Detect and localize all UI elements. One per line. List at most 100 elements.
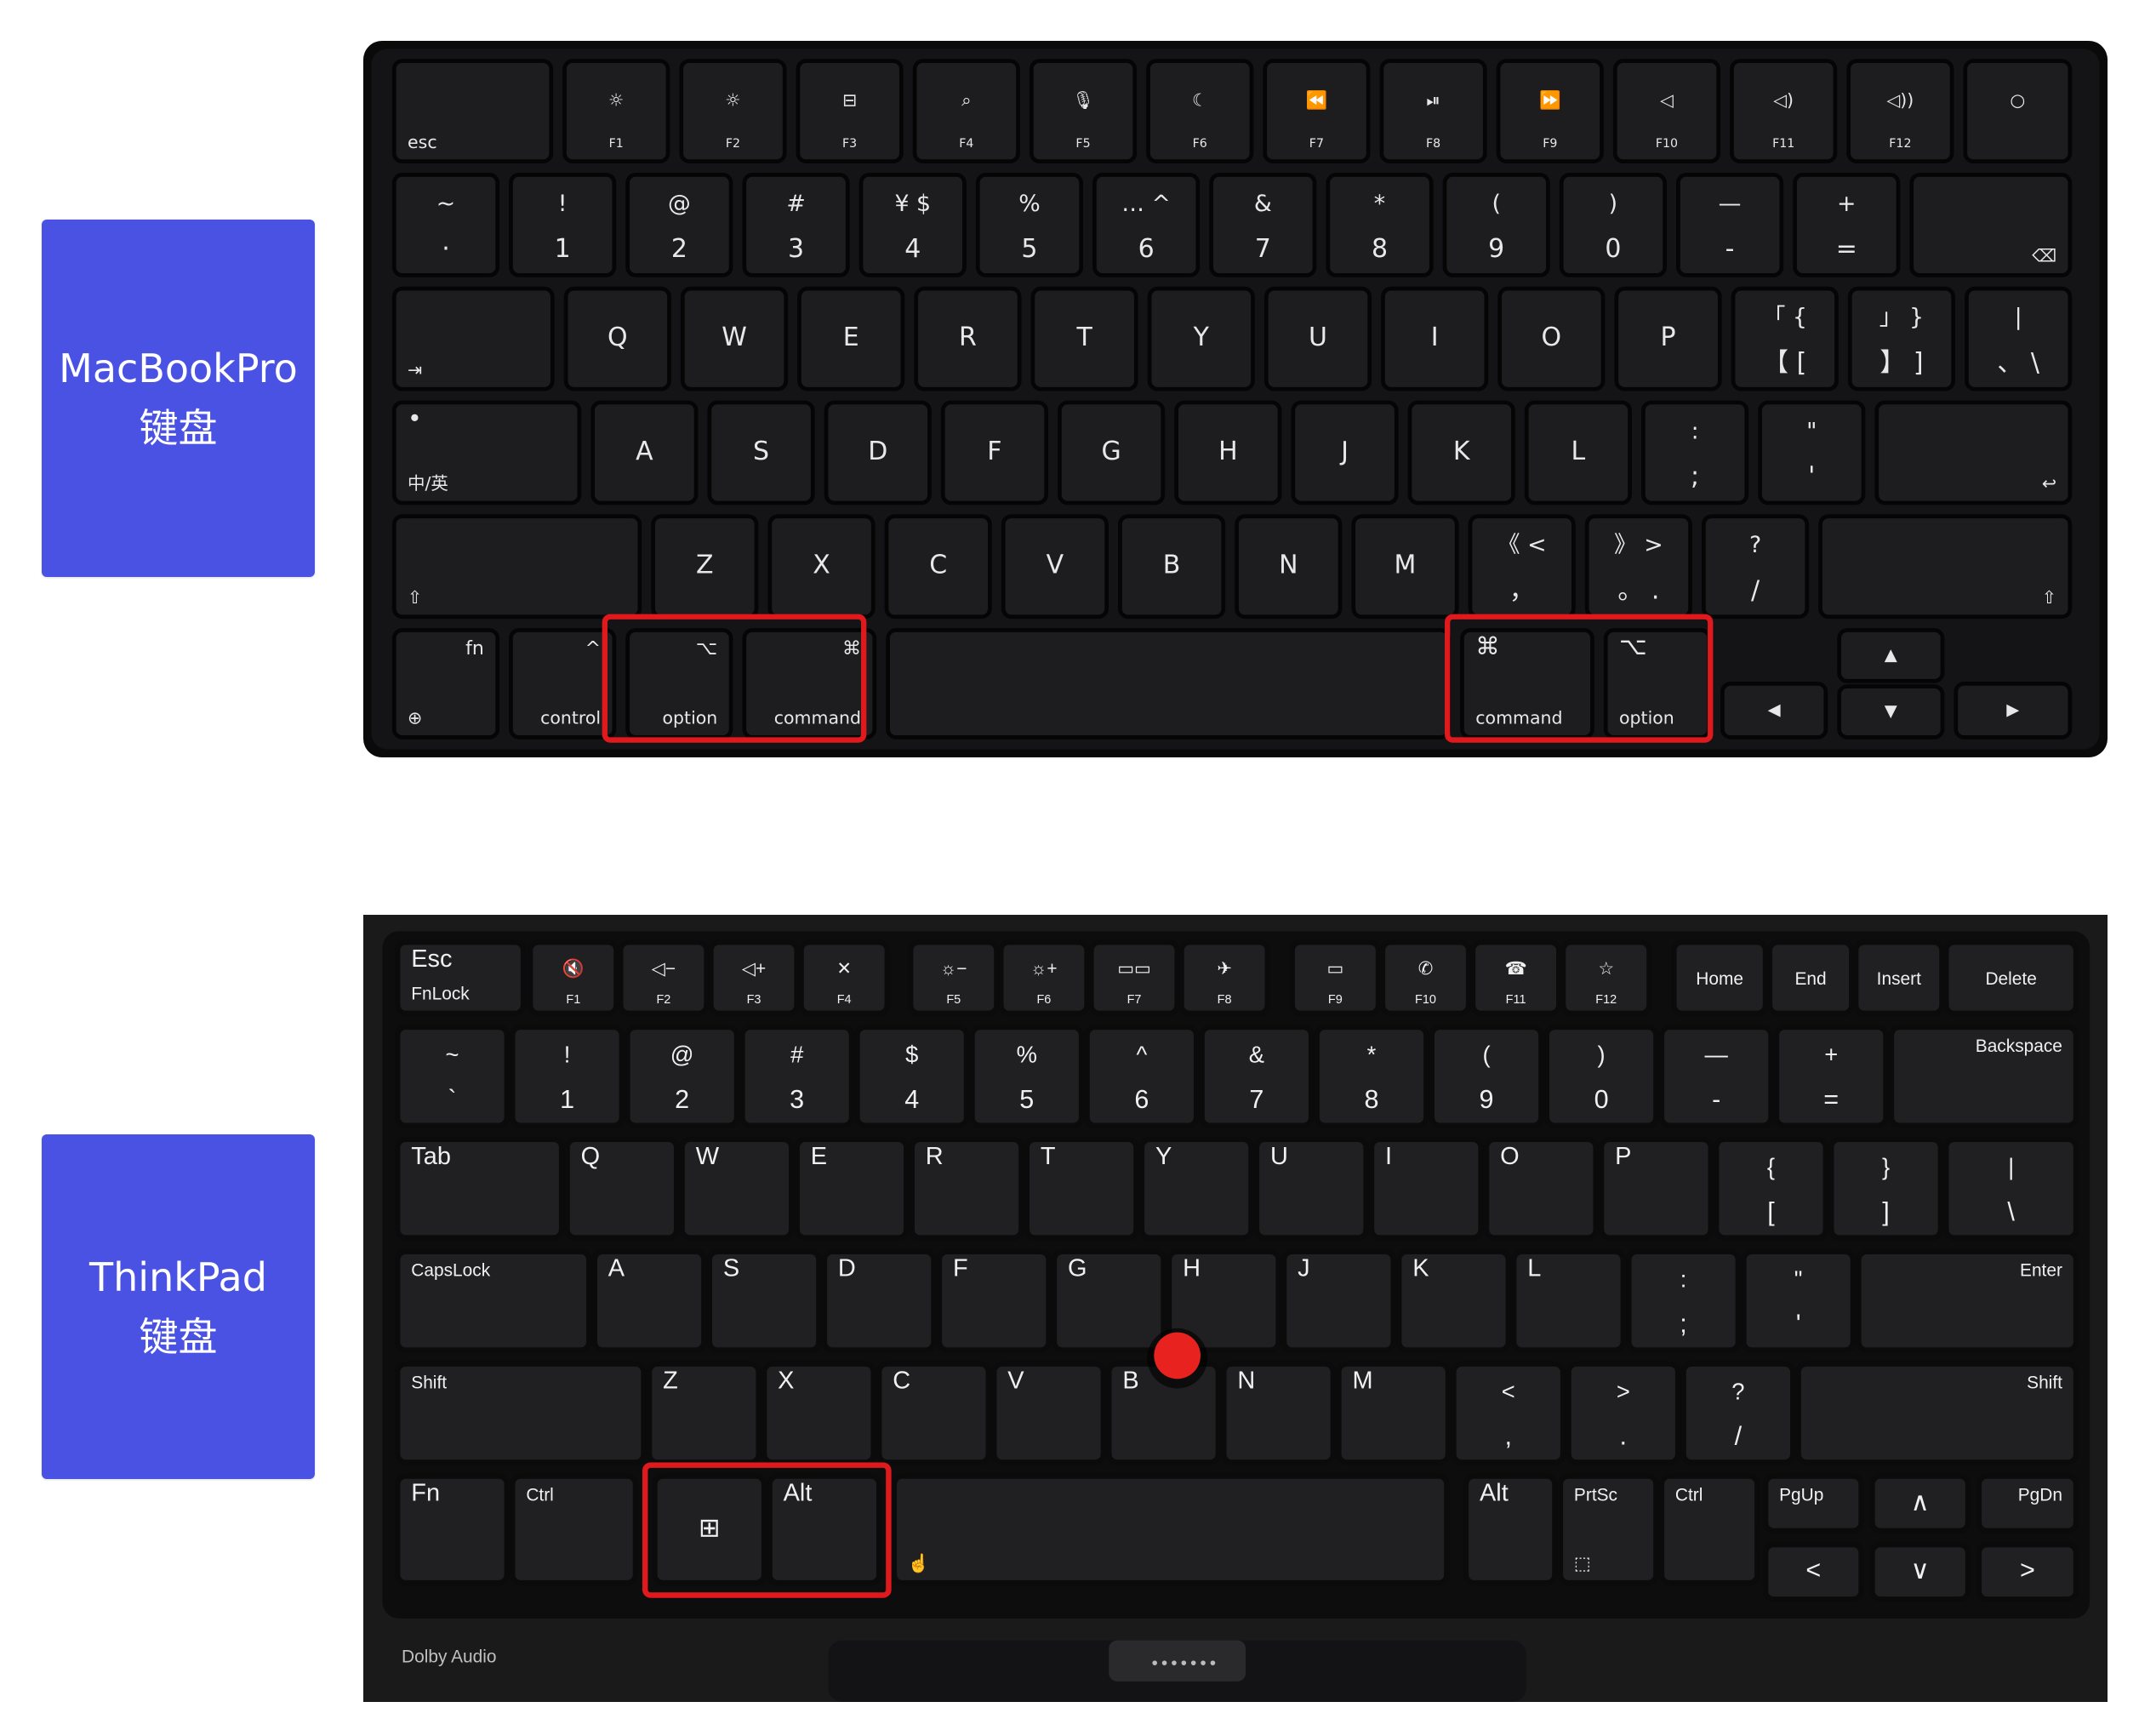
key-q[interactable]: Q	[563, 286, 671, 391]
keycap[interactable]	[1963, 59, 2073, 164]
trackpoint-nub[interactable]	[1154, 1332, 1201, 1379]
key-f12[interactable]: ◁)) F12	[1846, 59, 1954, 164]
key-f[interactable]: F	[936, 1248, 1052, 1353]
key-3[interactable]: #3	[742, 173, 850, 277]
key-home[interactable]: Home	[1671, 939, 1769, 1017]
key-n[interactable]: N	[1221, 1361, 1337, 1465]
key-key[interactable]: +=	[1773, 1024, 1889, 1128]
key-r[interactable]: R	[909, 1136, 1024, 1241]
key-key[interactable]: ⇧	[391, 514, 642, 620]
key-key[interactable]: 》 > 。 .	[1584, 514, 1692, 620]
key-fnlock[interactable]: Esc FnLock	[394, 939, 527, 1017]
key-7[interactable]: &7	[1209, 173, 1317, 277]
key-key[interactable]: | 、 \	[1965, 286, 2073, 391]
key-6[interactable]: … ^ 6	[1092, 173, 1201, 277]
key-l[interactable]: L	[1524, 400, 1632, 505]
key-option[interactable]: ⌥ option	[625, 628, 733, 740]
key-alt[interactable]: Alt	[767, 1473, 882, 1586]
key-pgdn[interactable]: PgDn	[1976, 1473, 2079, 1534]
key-2[interactable]: @2	[625, 173, 733, 277]
key-ctrl[interactable]: Ctrl	[510, 1473, 639, 1586]
key-g[interactable]: G	[1058, 400, 1166, 505]
key-f10[interactable]: ✆ F10	[1379, 939, 1472, 1017]
key-d[interactable]: D	[821, 1248, 937, 1353]
key-m[interactable]: M	[1336, 1361, 1452, 1465]
key-t[interactable]: T	[1030, 286, 1138, 391]
key-key[interactable]: ↩	[1874, 400, 2073, 505]
key-j[interactable]: J	[1281, 1248, 1396, 1353]
key-u[interactable]: U	[1263, 286, 1372, 391]
key-s[interactable]: S	[707, 400, 815, 505]
key-p[interactable]: P	[1614, 286, 1722, 391]
key-control[interactable]: ^ control	[509, 628, 617, 740]
key-y[interactable]: Y	[1147, 286, 1255, 391]
key-e[interactable]: E	[797, 286, 905, 391]
key-key[interactable]: ∧	[1869, 1473, 1971, 1534]
keycap[interactable]	[1818, 514, 2073, 620]
key-f10[interactable]: ◁ F10	[1612, 59, 1721, 164]
key-2[interactable]: @2	[625, 1024, 740, 1128]
key-key[interactable]: —-	[1676, 173, 1784, 277]
key-s[interactable]: S	[706, 1248, 822, 1353]
key-key[interactable]: "'	[1741, 1248, 1857, 1353]
key-space[interactable]: ○	[1963, 59, 2073, 164]
key-b[interactable]: B	[1118, 514, 1226, 620]
key-0[interactable]: )0	[1559, 173, 1667, 277]
key-fn[interactable]: Fn	[394, 1473, 511, 1586]
key-key[interactable]: :;	[1641, 400, 1749, 505]
key-key[interactable]: +=	[1793, 173, 1901, 277]
key-5[interactable]: %5	[969, 1024, 1085, 1128]
key-e[interactable]: E	[794, 1136, 910, 1241]
key-f5[interactable]: 🎙 F5	[1029, 59, 1138, 164]
key-f2[interactable]: ◁− F2	[618, 939, 710, 1017]
key-key[interactable]: ?/	[1701, 514, 1810, 620]
key-enter[interactable]: Enter	[1856, 1248, 2079, 1353]
key-g[interactable]: G	[1051, 1248, 1166, 1353]
key-8[interactable]: *8	[1326, 173, 1434, 277]
key-space[interactable]	[886, 628, 1452, 740]
key-f1[interactable]: 🔇 F1	[527, 939, 619, 1017]
key-v[interactable]: V	[1001, 514, 1109, 620]
keycap[interactable]	[391, 514, 642, 620]
key-key[interactable]: ~`	[394, 1024, 511, 1128]
key-f3[interactable]: ◁+ F3	[708, 939, 800, 1017]
key-l[interactable]: L	[1510, 1248, 1627, 1353]
key-9[interactable]: (9	[1429, 1024, 1544, 1128]
key-a[interactable]: A	[591, 1248, 707, 1353]
key-f8[interactable]: ⏯ F8	[1379, 59, 1487, 164]
key-t[interactable]: T	[1024, 1136, 1139, 1241]
key-f12[interactable]: ☆ F12	[1560, 939, 1652, 1017]
key-i[interactable]: I	[1368, 1136, 1484, 1241]
key-o[interactable]: O	[1497, 286, 1606, 391]
key-4[interactable]: ¥ $ 4	[858, 173, 967, 277]
key-d[interactable]: D	[824, 400, 932, 505]
key-key[interactable]: ?/	[1680, 1361, 1796, 1465]
key-key[interactable]: :;	[1626, 1248, 1742, 1353]
key-key[interactable]: —-	[1658, 1024, 1774, 1128]
key-w[interactable]: W	[679, 1136, 795, 1241]
key-f1[interactable]: ☼ F1	[562, 59, 670, 164]
key-c[interactable]: C	[876, 1361, 991, 1465]
key-i[interactable]: I	[1381, 286, 1489, 391]
key-key[interactable]: }]	[1828, 1136, 1944, 1241]
key-key[interactable]: >	[1976, 1541, 2079, 1602]
key-v[interactable]: V	[991, 1361, 1107, 1465]
key-key[interactable]: ⇧	[1818, 514, 2073, 620]
key-ctrl[interactable]: Ctrl	[1658, 1473, 1760, 1586]
key-x[interactable]: X	[767, 514, 876, 620]
key-f6[interactable]: ☼+ F6	[998, 939, 1090, 1017]
key-o[interactable]: O	[1483, 1136, 1599, 1241]
key-w[interactable]: W	[680, 286, 789, 391]
key-delete[interactable]: Delete	[1943, 939, 2079, 1017]
key-key[interactable]: ☝	[891, 1473, 1450, 1586]
key-x[interactable]: X	[761, 1361, 876, 1465]
key-f4[interactable]: ✕ F4	[798, 939, 891, 1017]
key-f2[interactable]: ☼ F2	[679, 59, 787, 164]
key-q[interactable]: Q	[564, 1136, 680, 1241]
key-key[interactable]: "'	[1758, 400, 1866, 505]
key-1[interactable]: !1	[509, 173, 617, 277]
key-f7[interactable]: ▭▭ F7	[1088, 939, 1180, 1017]
keycap[interactable]	[891, 1473, 1450, 1586]
key-key[interactable]: ▴	[1837, 628, 1945, 683]
key-6[interactable]: ^6	[1084, 1024, 1200, 1128]
